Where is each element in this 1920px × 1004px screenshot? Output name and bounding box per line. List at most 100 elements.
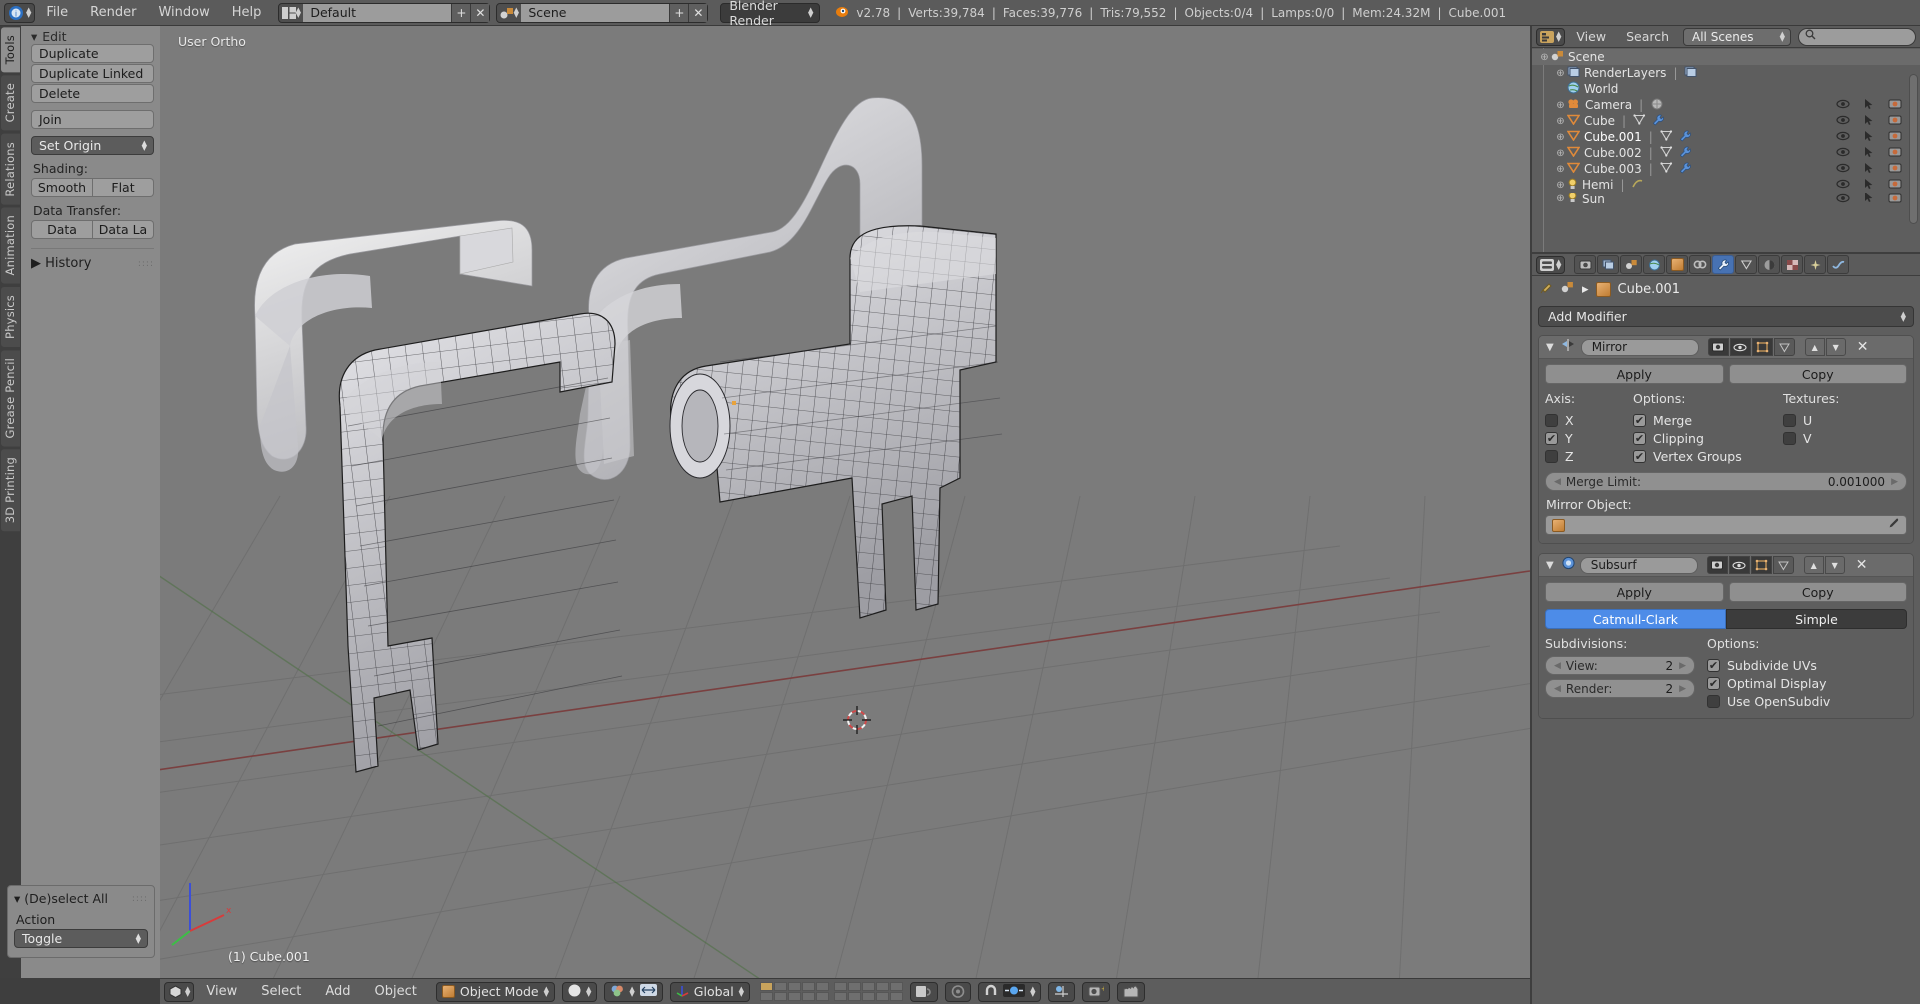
subsurf-option-subdivide-uvs[interactable]: Subdivide UVs (1707, 656, 1907, 674)
outliner-row-renderlayers[interactable]: ⊕ RenderLayers | (1532, 65, 1920, 81)
properties-tab-data[interactable] (1735, 255, 1758, 274)
outliner-row-world[interactable]: World (1532, 81, 1920, 97)
outliner-display-mode[interactable]: All Scenes ▲ ▼ (1683, 27, 1792, 46)
properties-tab-physics[interactable] (1827, 255, 1850, 274)
modifier-editmode-toggle[interactable] (1750, 556, 1772, 574)
layer-cell[interactable] (834, 992, 848, 1001)
menu-window[interactable]: Window (147, 0, 220, 26)
checkbox[interactable] (1633, 431, 1646, 445)
mirror-apply-button[interactable]: Apply (1545, 364, 1724, 384)
viewport-shading-selector[interactable]: ▲ ▼ (562, 981, 598, 1002)
modifier-header-mirror[interactable]: ▼ Mirror ▲ ▼ ✕ (1539, 336, 1913, 359)
restrict-select-cursor-icon[interactable] (1864, 193, 1874, 204)
layer-cell[interactable] (862, 982, 876, 991)
chevron-down-icon[interactable]: ▼ (1543, 342, 1557, 353)
interaction-mode-selector[interactable]: Object Mode ▲ ▼ (435, 981, 556, 1002)
modifier-viewport-toggle[interactable] (1728, 556, 1750, 574)
tool-tab-animation[interactable]: Animation (1, 207, 20, 284)
subsurf-copy-button[interactable]: Copy (1728, 582, 1907, 602)
screen-layout-value[interactable]: Default (303, 3, 452, 22)
outliner-row-camera[interactable]: ⊕ Camera | (1532, 97, 1920, 113)
shade-flat-button[interactable]: Flat (93, 178, 154, 197)
restrict-select-cursor-icon[interactable] (1864, 114, 1874, 129)
delete-screen-layout-button[interactable]: ✕ (470, 3, 490, 22)
restrict-select-cursor-icon[interactable] (1864, 178, 1874, 193)
restrict-toggles[interactable] (1836, 130, 1902, 145)
layer-cell[interactable] (760, 982, 774, 991)
properties-tab-particles[interactable] (1804, 255, 1827, 274)
select-menu[interactable]: Select (249, 984, 313, 999)
expand-icon[interactable]: ⊕ (1554, 164, 1567, 175)
restrict-view-eye-icon[interactable] (1836, 98, 1850, 112)
view-menu[interactable]: View (194, 984, 249, 999)
increment-icon[interactable]: ▶ (1679, 661, 1686, 671)
modifier-move-down-button[interactable]: ▼ (1825, 338, 1846, 356)
checkbox[interactable] (1633, 413, 1646, 427)
manipulator-icon[interactable] (639, 984, 657, 999)
outliner-row-cube-002[interactable]: ⊕ Cube.002 | (1532, 145, 1920, 161)
modifier-delete-button[interactable]: ✕ (1856, 557, 1868, 573)
modifier-move-up-button[interactable]: ▲ (1804, 338, 1825, 356)
duplicate-linked-button[interactable]: Duplicate Linked (31, 64, 154, 83)
tool-tab-relations[interactable]: Relations (1, 133, 20, 205)
panel-header-edit[interactable]: ▾ Edit (31, 28, 154, 44)
modifier-viewport-toggle[interactable] (1729, 338, 1751, 356)
layer-cell[interactable] (876, 982, 890, 991)
eyedropper-icon[interactable] (1887, 517, 1900, 534)
restrict-view-eye-icon[interactable] (1836, 130, 1850, 144)
join-button[interactable]: Join (31, 110, 154, 129)
editor-type-3dview-icon[interactable]: ▲ ▼ (164, 981, 195, 1002)
editor-type-outliner-icon[interactable]: ▲ ▼ (1536, 27, 1566, 46)
expand-icon[interactable]: ⊕ (1554, 68, 1567, 79)
expand-icon[interactable]: ⊕ (1554, 116, 1567, 127)
decrement-icon[interactable]: ◀ (1554, 477, 1561, 487)
outliner-row-hemi[interactable]: ⊕ Hemi | (1532, 177, 1920, 193)
subsurf-apply-button[interactable]: Apply (1545, 582, 1724, 602)
subsurf-option-use-opensubdiv[interactable]: Use OpenSubdiv (1707, 692, 1907, 710)
outliner-search-input[interactable] (1798, 27, 1916, 46)
restrict-view-eye-icon[interactable] (1836, 178, 1850, 192)
layer-cell[interactable] (848, 982, 862, 991)
checkbox[interactable] (1783, 431, 1796, 445)
layer-cell[interactable] (890, 992, 904, 1001)
set-origin-dropdown[interactable]: Set Origin ▲ ▼ (31, 136, 154, 155)
modifier-move-down-button[interactable]: ▼ (1824, 556, 1845, 574)
add-menu[interactable]: Add (313, 984, 362, 999)
layer-block-right[interactable] (834, 982, 904, 1001)
properties-tab-object[interactable] (1666, 255, 1689, 274)
restrict-toggles[interactable] (1836, 162, 1902, 177)
properties-tab-modifiers[interactable] (1712, 255, 1735, 274)
layer-cell[interactable] (848, 992, 862, 1001)
mirror-texture-v[interactable]: V (1783, 429, 1907, 447)
subsurf-type-simple[interactable]: Simple (1726, 609, 1907, 629)
transform-orientation-selector[interactable]: Global ▲ ▼ (669, 981, 751, 1002)
subsurf-view-levels-field[interactable]: ◀ View: 2 ▶ (1545, 656, 1695, 675)
restrict-select-cursor-icon[interactable] (1864, 130, 1874, 145)
checkbox[interactable] (1707, 658, 1720, 672)
decrement-icon[interactable]: ◀ (1554, 684, 1561, 694)
properties-tab-scene[interactable] (1620, 255, 1643, 274)
subsurf-type-catmull-clark[interactable]: Catmull-Clark (1545, 609, 1726, 629)
mirror-option-vertex-groups[interactable]: Vertex Groups (1633, 447, 1783, 465)
modifier-render-toggle[interactable] (1706, 556, 1728, 574)
modifier-header-subsurf[interactable]: ▼ Subsurf ▲ ▼ ✕ (1539, 554, 1913, 577)
layer-cell[interactable] (862, 992, 876, 1001)
layer-cell[interactable] (774, 992, 788, 1001)
layer-cell[interactable] (816, 982, 830, 991)
restrict-view-eye-icon[interactable] (1836, 162, 1850, 176)
outliner-row-cube-001[interactable]: ⊕ Cube.001 | (1532, 129, 1920, 145)
menu-render[interactable]: Render (79, 0, 147, 26)
add-modifier-button[interactable]: Add Modifier ▲ ▼ (1538, 306, 1914, 327)
layer-cell[interactable] (802, 992, 816, 1001)
checkbox[interactable] (1707, 694, 1720, 708)
expand-icon[interactable]: ⊕ (1538, 52, 1551, 63)
restrict-render-camera-icon[interactable] (1888, 130, 1902, 144)
mirror-object-field[interactable] (1545, 515, 1907, 535)
layer-cell[interactable] (760, 992, 774, 1001)
restrict-render-camera-icon[interactable] (1888, 114, 1902, 128)
properties-tab-render[interactable] (1574, 255, 1597, 274)
restrict-toggles[interactable] (1836, 146, 1902, 161)
expand-icon[interactable]: ⊕ (1554, 193, 1567, 204)
restrict-select-cursor-icon[interactable] (1864, 98, 1874, 113)
data-transfer-data-button[interactable]: Data (31, 220, 93, 239)
